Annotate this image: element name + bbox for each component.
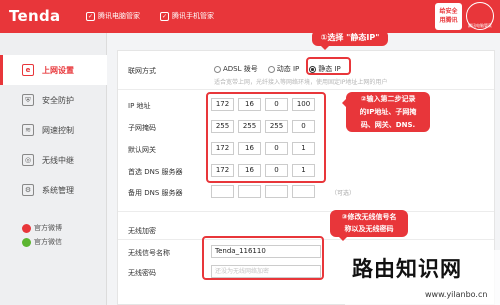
divider — [118, 89, 494, 90]
wechat-link[interactable]: 官方微信 — [22, 237, 62, 247]
pc-manager-link[interactable]: ✓ 腾讯电脑管家 — [86, 11, 140, 21]
shield-icon: ✓ — [86, 11, 95, 21]
dns2-octet-input[interactable] — [265, 185, 288, 198]
subnet-mask-label: 子网掩码 — [128, 124, 156, 132]
radio-dhcp[interactable]: 动态 IP — [267, 64, 299, 74]
wechat-icon — [22, 237, 31, 247]
mobile-manager-link[interactable]: ✓ 腾讯手机管家 — [160, 11, 214, 21]
ssid-label: 无线信号名称 — [128, 249, 170, 257]
sidebar-item-system[interactable]: ⚙ 系统管理 — [0, 175, 107, 205]
callout-modify-wireless: ③修改无线信号名 称以及无线密码 — [330, 210, 408, 241]
sidebar-item-speed-control[interactable]: ≋ 网速控制 — [0, 115, 107, 145]
dns2-octet-input[interactable] — [292, 185, 315, 198]
sidebar-item-internet-settings[interactable]: e 上网设置 — [0, 55, 107, 85]
connection-type-label: 联网方式 — [128, 67, 156, 75]
weibo-link[interactable]: 官方微博 — [22, 223, 62, 233]
globe-icon: e — [22, 64, 34, 76]
connection-hint: 适合宽带上网，光纤接入等网络环境，使用固定IP地址上网的用户 — [214, 79, 388, 86]
optional-note: （可选） — [331, 190, 356, 197]
shield-icon: ⛨ — [22, 94, 34, 106]
security-badge[interactable]: 给安全 用腾讯 — [435, 3, 462, 30]
shield-icon: ✓ — [160, 11, 169, 21]
gateway-label: 默认网关 — [128, 146, 156, 154]
sidebar-item-label: 网速控制 — [42, 125, 74, 135]
sidebar-item-label: 上网设置 — [42, 65, 74, 75]
watermark-title: 路由知识网 — [352, 256, 462, 281]
gear-icon: ⚙ — [22, 184, 34, 196]
sidebar-item-label: 系统管理 — [42, 185, 74, 195]
sidebar-item-wireless-relay[interactable]: ◎ 无线中继 — [0, 145, 107, 175]
sidebar-item-security[interactable]: ⛨ 安全防护 — [0, 85, 107, 115]
radio-adsl[interactable]: ADSL 拨号 — [214, 64, 258, 74]
speed-icon: ≋ — [22, 124, 34, 136]
wifi-password-label: 无线密码 — [128, 269, 156, 277]
watermark-url: www.yilanbo.cn — [425, 290, 488, 299]
callout-select-static-ip: ①选择 "静态IP" — [312, 30, 388, 50]
weibo-icon — [22, 223, 31, 233]
wireless-encryption-title: 无线加密 — [128, 227, 156, 235]
ip-fields-highlight — [206, 92, 326, 183]
callout-enter-ip: ②输入第二步记录 的IP地址、子网掩 码、网关、DNS. — [342, 92, 430, 132]
wireless-fields-highlight — [202, 236, 324, 280]
tencent-logo-label: 腾讯电脑管家 — [468, 23, 492, 28]
top-header: Tenda ✓ 腾讯电脑管家 ✓ 腾讯手机管家 给安全 用腾讯 腾讯电脑管家 — [0, 0, 500, 33]
ip-address-label: IP 地址 — [128, 102, 151, 110]
divider — [118, 211, 494, 212]
sidebar-item-label: 安全防护 — [42, 95, 74, 105]
sidebar-item-label: 无线中继 — [42, 155, 74, 165]
sidebar: e 上网设置 ⛨ 安全防护 ≋ 网速控制 ◎ 无线中继 ⚙ 系统管理 官方微博 … — [0, 33, 107, 305]
brand-logo: Tenda — [9, 7, 61, 25]
dns2-octet-input[interactable] — [211, 185, 234, 198]
static-ip-highlight — [306, 57, 351, 75]
wifi-icon: ◎ — [22, 154, 34, 166]
dns2-octet-input[interactable] — [238, 185, 261, 198]
secondary-dns-field — [211, 185, 315, 198]
secondary-dns-label: 备用 DNS 服务器 — [128, 189, 183, 197]
primary-dns-label: 首选 DNS 服务器 — [128, 168, 183, 176]
